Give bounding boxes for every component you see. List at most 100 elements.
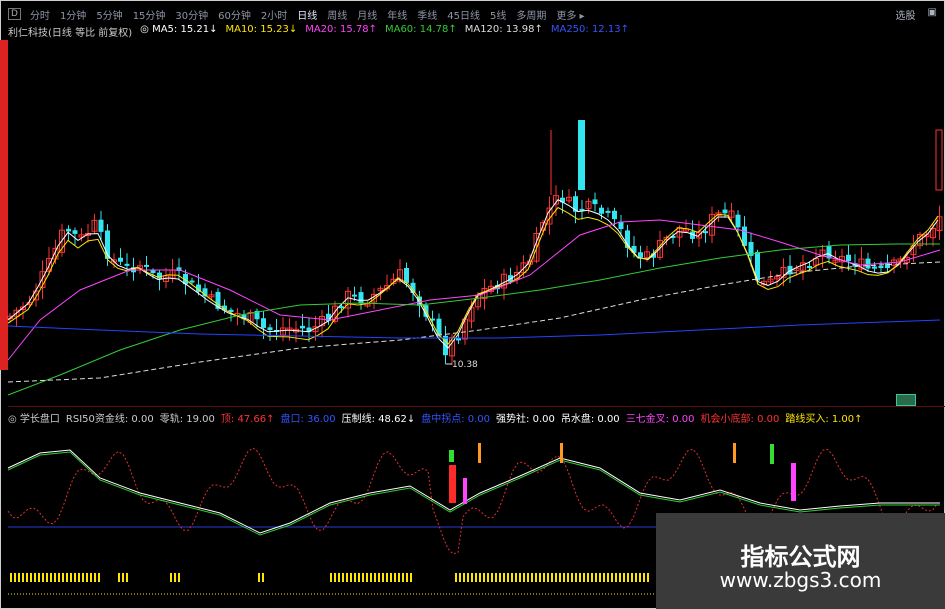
watermark: 指标公式网 www.zbgs3.com [656, 513, 945, 609]
indicator-legend: ◎ 学长盘口 RSI50资金线: 0.00 零轨: 19.00 顶: 47.66↑ 盘口… [8, 410, 863, 425]
signal-tick [511, 573, 513, 582]
signal-tick [527, 573, 529, 582]
indicator-legend-item-5: 压制线: 48.62↓ [341, 414, 416, 425]
candle-body [722, 209, 728, 214]
signal-tick [174, 573, 176, 582]
signal-tick [118, 573, 120, 582]
signal-tick [126, 573, 128, 582]
signal-tick [475, 573, 477, 582]
signal-tick [74, 573, 76, 582]
signal-tick [507, 573, 509, 582]
signal-tick [495, 573, 497, 582]
candle-body [404, 268, 409, 283]
indicator-orange-bar [478, 443, 481, 463]
indicator-legend-item-3: 顶: 47.66↑ [220, 414, 275, 425]
signal-tick [619, 573, 621, 582]
indicator-magenta-bar [463, 478, 467, 504]
signal-tick [362, 573, 364, 582]
signal-tick [38, 573, 40, 582]
signal-tick [22, 573, 24, 582]
indicator-legend-item-8: 吊水盘: 0.00 [560, 414, 620, 425]
signal-tick [94, 573, 96, 582]
signal-tick [583, 573, 585, 582]
signal-tick [607, 573, 609, 582]
signal-tick [479, 573, 481, 582]
signal-tick [394, 573, 396, 582]
signal-tick [410, 573, 412, 582]
watermark-title: 指标公式网 [740, 543, 861, 571]
indicator-legend-item-7: 强势社: 0.00 [496, 414, 555, 425]
signal-tick [503, 573, 505, 582]
signal-tick [50, 573, 52, 582]
signal-tick [531, 573, 533, 582]
indicator-magenta-bar [791, 463, 796, 501]
candle-body [352, 294, 357, 297]
signal-tick [58, 573, 60, 582]
signal-tick [499, 573, 501, 582]
signal-tick [647, 573, 649, 582]
signal-tick [62, 573, 64, 582]
signal-tick [611, 573, 613, 582]
panel-divider [8, 406, 945, 407]
candle-body [118, 257, 123, 262]
candle-body [66, 228, 71, 232]
signal-tick [262, 573, 264, 582]
candle-body [703, 231, 708, 234]
indicator-orange-bar [560, 443, 563, 463]
candle-body [300, 325, 305, 329]
candle-body [98, 219, 104, 232]
signal-tick [487, 573, 489, 582]
signal-tick [587, 573, 589, 582]
signal-tick [635, 573, 637, 582]
indicator-green-bar [449, 450, 454, 462]
signal-tick [386, 573, 388, 582]
indicator-legend-item-11: 踏线买入: 1.00↑ [785, 414, 863, 425]
signal-tick [559, 573, 561, 582]
signal-tick [98, 573, 100, 582]
signal-tick [354, 573, 356, 582]
signal-tick [639, 573, 641, 582]
signal-tick [539, 573, 541, 582]
signal-tick [591, 573, 593, 582]
ma10-line [7, 206, 939, 345]
candle-body [456, 338, 461, 341]
candle-body [735, 214, 741, 228]
candle-body [599, 207, 604, 214]
signal-tick [54, 573, 56, 582]
signal-tick [26, 573, 28, 582]
signal-tick [595, 573, 597, 582]
signal-tick [535, 573, 537, 582]
signal-tick [551, 573, 553, 582]
signal-tick [10, 573, 12, 582]
indicator-legend-item-1: RSI50资金线: 0.00 [65, 414, 154, 425]
signal-tick [370, 573, 372, 582]
low-price-label: 10.38 [452, 360, 478, 370]
indicator-legend-item-6: 盘中拐点: 0.00 [421, 414, 491, 425]
panel-toggle-button[interactable] [896, 394, 916, 406]
signal-tick [567, 573, 569, 582]
candle-body [612, 210, 617, 220]
indicator-orange-bar [733, 443, 736, 463]
signal-tick [579, 573, 581, 582]
candle-body [189, 280, 195, 283]
candle-body [267, 327, 273, 330]
signal-tick [615, 573, 617, 582]
signal-tick [330, 573, 332, 582]
candle-body [865, 258, 871, 269]
candle-body [124, 263, 130, 266]
indicator-red-bar [449, 465, 456, 503]
signal-tick [543, 573, 545, 582]
watermark-url: www.zbgs3.com [719, 568, 882, 592]
candle-body [592, 199, 598, 205]
signal-tick [631, 573, 633, 582]
signal-tick [334, 573, 336, 582]
signal-tick [575, 573, 577, 582]
signal-tick [34, 573, 36, 582]
signal-tick [46, 573, 48, 582]
signal-tick [30, 573, 32, 582]
candle-body [638, 252, 643, 258]
indicator-legend-item-2: 零轨: 19.00 [159, 414, 215, 425]
signal-tick [599, 573, 601, 582]
signal-tick [170, 573, 172, 582]
indicator-green-bar [770, 444, 774, 464]
